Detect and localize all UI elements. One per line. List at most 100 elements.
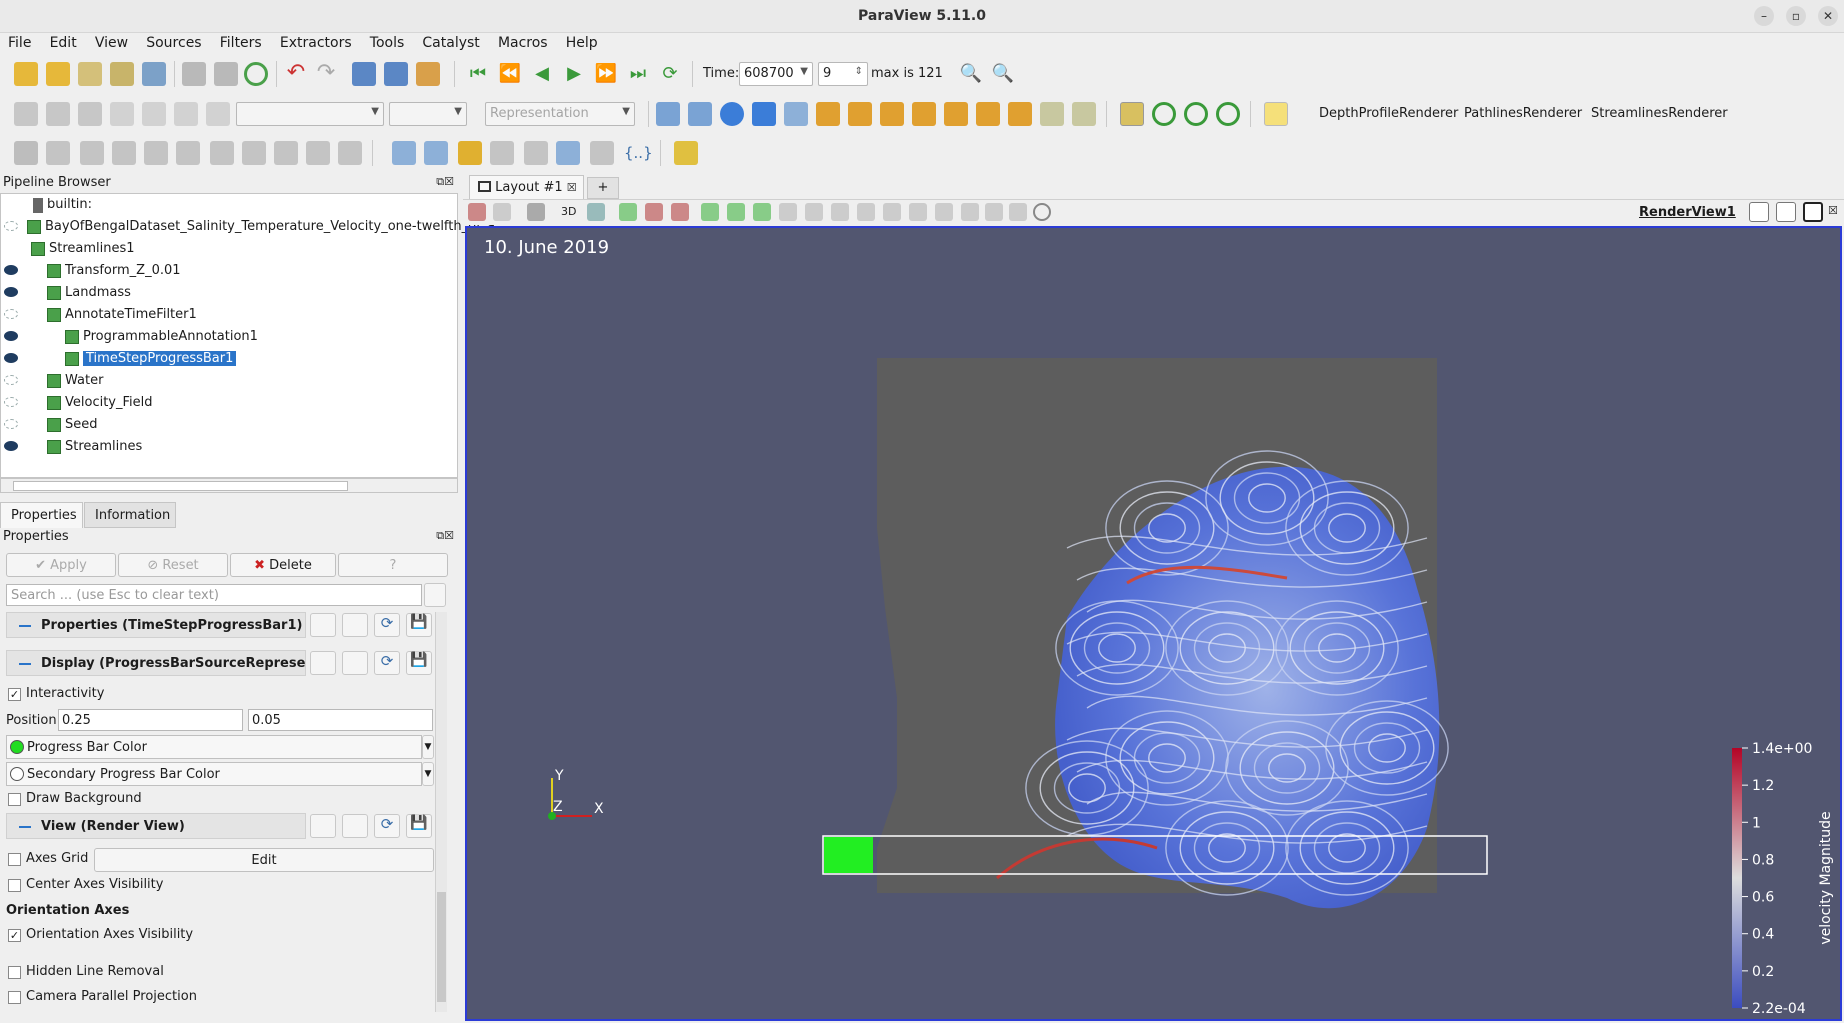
close-tab-icon[interactable]: ☒ <box>567 181 577 194</box>
gear-icon[interactable] <box>424 583 446 607</box>
open-icon[interactable] <box>14 62 38 86</box>
reverse-play-icon[interactable]: ◀ <box>530 62 554 86</box>
rotate-minus-90-icon[interactable] <box>1072 102 1096 126</box>
menu-catalyst[interactable]: Catalyst <box>408 33 479 51</box>
plot-selection-icon[interactable] <box>935 203 953 221</box>
preview-icon[interactable] <box>493 203 511 221</box>
copy-icon[interactable] <box>310 613 336 637</box>
pipeline-item[interactable]: Seed <box>1 415 457 437</box>
restore-defaults-icon[interactable]: ⟳ <box>374 651 400 675</box>
pipeline-item[interactable]: Streamlines <box>1 437 457 459</box>
pipeline-item[interactable]: Velocity_Field <box>1 393 457 415</box>
eye-icon[interactable] <box>4 419 18 429</box>
eye-icon[interactable] <box>4 265 18 275</box>
axes-grid-checkbox[interactable] <box>8 853 21 866</box>
histogram-icon[interactable] <box>458 141 482 165</box>
eye-icon[interactable] <box>4 441 18 451</box>
probe-icon[interactable] <box>392 141 416 165</box>
subtract-selection-icon[interactable] <box>1009 203 1027 221</box>
select-frustum-icon[interactable] <box>671 203 689 221</box>
zoom-closest-icon[interactable] <box>784 102 808 126</box>
maximize-icon[interactable]: ▫ <box>1786 6 1806 26</box>
scrollbar-thumb[interactable] <box>13 481 348 491</box>
copy-icon[interactable] <box>310 814 336 838</box>
eye-icon[interactable] <box>4 287 18 297</box>
render-canvas[interactable]: Y Z X 10. June 2019 1.4e+00 1.2 1 0.8 0.6 0.4… <box>467 228 1842 1021</box>
hover-cells-icon[interactable] <box>805 203 823 221</box>
extract-selection-icon[interactable] <box>909 203 927 221</box>
menu-macros[interactable]: Macros <box>484 33 548 51</box>
reset-button[interactable]: ⊘ Reset <box>118 553 228 577</box>
pipeline-item[interactable]: Streamlines1 <box>1 239 457 261</box>
eye-icon[interactable] <box>4 221 18 231</box>
isometric-view-icon[interactable] <box>1008 102 1032 126</box>
tab-layout-1[interactable]: Layout #1 ☒ <box>469 175 584 199</box>
eye-icon[interactable] <box>4 331 18 341</box>
query-icon[interactable] <box>961 203 979 221</box>
add-layout-button[interactable]: + <box>587 177 619 199</box>
undo-icon[interactable]: ↶ <box>284 62 308 86</box>
save-defaults-icon[interactable]: 💾 <box>406 814 432 838</box>
properties-search-input[interactable]: Search ... (use Esc to clear text) <box>6 584 422 606</box>
camera-parallel-checkbox[interactable] <box>8 991 21 1004</box>
plugin-pathlines[interactable]: PathlinesRenderer <box>1464 106 1582 121</box>
eye-icon[interactable] <box>4 309 18 319</box>
tab-properties[interactable]: Properties <box>0 502 83 528</box>
plot-over-line-icon[interactable] <box>424 141 448 165</box>
connect-icon[interactable] <box>182 62 206 86</box>
next-frame-icon[interactable]: ⏩ <box>594 62 618 86</box>
view-minus-z-icon[interactable] <box>976 102 1000 126</box>
pipeline-item[interactable]: BayOfBengalDataset_Salinity_Temperature_… <box>1 217 495 239</box>
help-button[interactable]: ? <box>338 553 448 577</box>
menu-filters[interactable]: Filters <box>206 33 262 51</box>
pipeline-item[interactable]: Water <box>1 371 457 393</box>
add-selection-icon[interactable] <box>985 203 1003 221</box>
light-bulb-icon[interactable] <box>1264 102 1288 126</box>
plot-data-icon[interactable] <box>490 141 514 165</box>
grow-selection-icon[interactable] <box>831 203 849 221</box>
maximize-view-icon[interactable] <box>1803 202 1823 222</box>
close-view-icon[interactable]: ☒ <box>1828 204 1842 218</box>
select-points-icon[interactable] <box>645 203 663 221</box>
rescale-temporal-icon[interactable] <box>142 102 166 126</box>
progress-bar-color-button[interactable]: Progress Bar Color <box>6 735 422 759</box>
reset-camera-closest-icon[interactable] <box>688 102 712 126</box>
rescale-over-time-icon[interactable] <box>206 102 230 126</box>
find-data-icon[interactable]: 🔍 <box>959 62 983 86</box>
pipeline-scrollbar[interactable] <box>0 478 458 493</box>
python-shell-icon[interactable]: {..} <box>624 141 653 165</box>
eye-icon[interactable] <box>4 353 18 363</box>
secondary-color-button[interactable]: Secondary Progress Bar Color <box>6 762 422 786</box>
view-minus-y-icon[interactable] <box>912 102 936 126</box>
edit-selection-icon[interactable] <box>883 203 901 221</box>
split-horizontal-icon[interactable] <box>1749 202 1769 222</box>
open-recent-icon[interactable] <box>46 62 70 86</box>
dock-float-close-icon[interactable]: ⧉☒ <box>436 175 454 189</box>
view-plus-x-icon[interactable] <box>816 102 840 126</box>
pipeline-item[interactable]: ProgrammableAnnotation1 <box>1 327 457 349</box>
previous-frame-icon[interactable]: ⏪ <box>498 62 522 86</box>
eye-icon[interactable] <box>4 397 18 407</box>
pipeline-tree[interactable]: builtin: BayOfBengalDataset_Salinity_Temp… <box>0 193 495 478</box>
view-3d-toggle[interactable]: 3D <box>561 205 576 218</box>
hover-points-icon[interactable] <box>779 203 797 221</box>
section-view[interactable]: View (Render View) <box>6 813 306 839</box>
minimize-icon[interactable]: – <box>1754 6 1774 26</box>
split-vertical-icon[interactable] <box>1776 202 1796 222</box>
python-calculator-icon[interactable] <box>590 141 614 165</box>
camera-undo-icon[interactable] <box>352 62 376 86</box>
tab-information[interactable]: Information <box>84 502 176 528</box>
load-state-icon[interactable] <box>142 62 166 86</box>
threshold-icon[interactable] <box>144 141 168 165</box>
pipeline-item[interactable]: TimeStepProgressBar1 <box>1 349 457 371</box>
save-data-icon[interactable] <box>78 62 102 86</box>
glyph-icon[interactable] <box>210 141 234 165</box>
properties-scrollbar[interactable] <box>435 612 447 1012</box>
save-defaults-icon[interactable]: 💾 <box>406 613 432 637</box>
disconnect-icon[interactable] <box>214 62 238 86</box>
interactive-select-icon[interactable] <box>753 203 771 221</box>
eye-icon[interactable] <box>4 375 18 385</box>
axes-grid-edit-button[interactable]: Edit <box>94 848 434 872</box>
reset-range-icon[interactable] <box>78 102 102 126</box>
chevron-down-icon[interactable]: ▼ <box>422 735 434 759</box>
